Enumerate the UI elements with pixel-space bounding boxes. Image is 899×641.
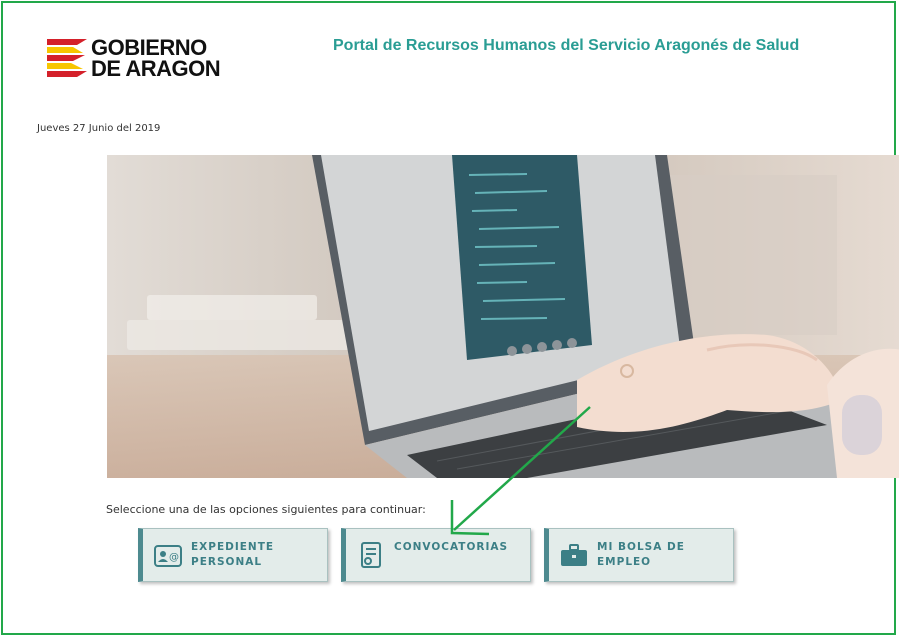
portal-title: Portal de Recursos Humanos del Servicio …	[333, 37, 800, 54]
expediente-personal-button[interactable]: @ EXPEDIENTE PERSONAL	[138, 528, 328, 582]
mi-bolsa-de-empleo-label: MI BOLSA DE EMPLEO	[597, 541, 685, 568]
convocatorias-label: CONVOCATORIAS	[394, 541, 509, 553]
hero-image	[107, 155, 899, 478]
convocatorias-button[interactable]: CONVOCATORIAS	[341, 528, 531, 582]
svg-text:@: @	[169, 552, 179, 563]
mi-bolsa-de-empleo-button[interactable]: MI BOLSA DE EMPLEO	[544, 528, 734, 582]
id-card-icon: @	[154, 545, 182, 567]
document-certificate-icon	[361, 542, 381, 568]
briefcase-icon	[561, 544, 587, 566]
gobierno-de-aragon-logo[interactable]: GOBIERNO DE ARAGON	[47, 37, 237, 83]
page-frame: GOBIERNO DE ARAGON Portal de Recursos Hu…	[1, 1, 899, 635]
aragon-flag-icon	[47, 39, 87, 77]
expediente-personal-label: EXPEDIENTE PERSONAL	[191, 541, 275, 568]
current-date: Jueves 27 Junio del 2019	[37, 123, 161, 134]
logo-text-line: GOBIERNO DE ARAGON	[91, 35, 221, 81]
logo-text: GOBIERNO DE ARAGON	[91, 35, 221, 81]
instruction-text: Seleccione una de las opciones siguiente…	[106, 503, 426, 516]
laptop-typing-illustration	[107, 155, 899, 478]
